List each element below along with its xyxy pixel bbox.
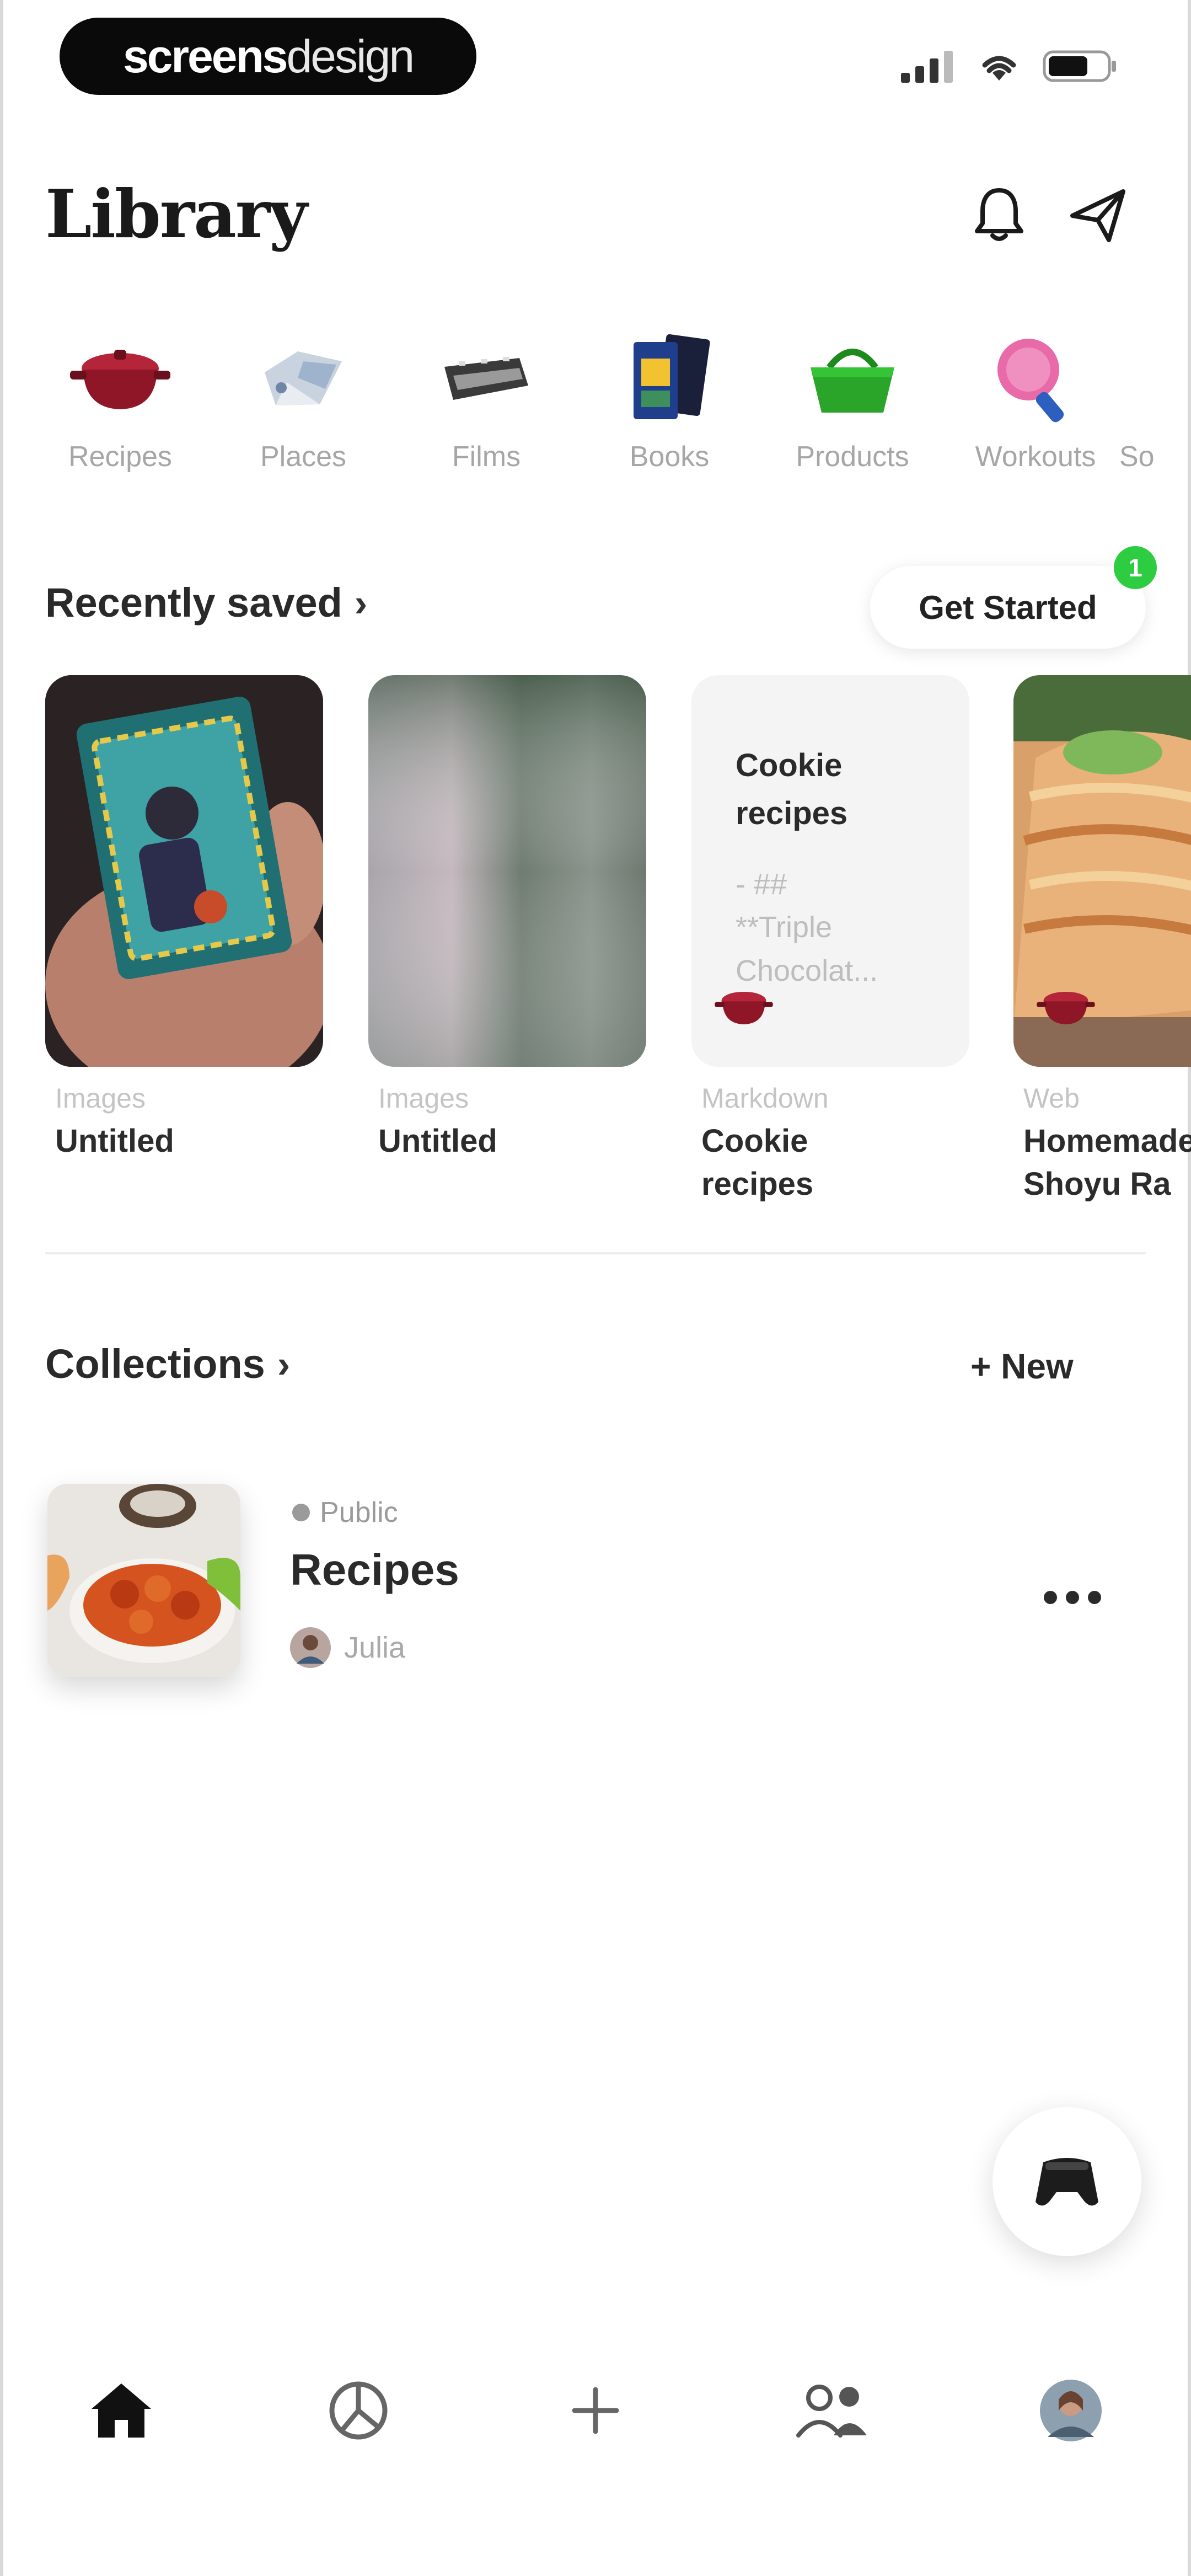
basket-icon	[811, 349, 894, 413]
card-photo	[368, 675, 646, 1067]
tab-add[interactable]	[551, 2355, 640, 2466]
pot-icon	[70, 350, 170, 409]
globe-icon	[292, 1504, 310, 1521]
category-strip: Recipes Places Films Books Products Work…	[0, 331, 1191, 507]
saved-item-type: Markdown	[701, 1083, 829, 1114]
saved-card-image[interactable]	[368, 675, 646, 1067]
section-title: Recently saved	[45, 580, 342, 626]
saved-item-title[interactable]: Untitled	[378, 1120, 665, 1163]
category-label: Recipes	[68, 441, 172, 473]
collection-visibility: Public	[290, 1496, 398, 1529]
share-button[interactable]	[1065, 182, 1131, 248]
page-title: Library	[45, 175, 308, 253]
signal-icon	[901, 51, 953, 83]
home-icon	[92, 2383, 151, 2438]
category-label: Products	[796, 441, 909, 473]
category-workouts[interactable]: Workouts	[953, 331, 1118, 473]
category-products[interactable]: Products	[770, 331, 935, 473]
saved-item-meta: Web Homemade Shoyu Ra	[1023, 1082, 1191, 1206]
saved-item-meta: Images Untitled	[55, 1082, 342, 1163]
saved-card-note[interactable]: Cookie recipes - ## **Triple Chocolat...	[691, 675, 969, 1067]
racket-icon	[997, 339, 1064, 423]
category-places[interactable]: Places	[221, 331, 386, 473]
screensdesign-logo: screensdesign	[60, 18, 476, 95]
category-label: Places	[260, 441, 347, 473]
note-preview-body: - ## **Triple Chocolat...	[736, 863, 878, 992]
people-icon	[796, 2385, 867, 2438]
wifi-icon	[982, 56, 1016, 81]
category-label: Workouts	[975, 441, 1096, 473]
paper-plane-icon	[1070, 189, 1125, 242]
category-recipes[interactable]: Recipes	[37, 331, 203, 473]
collection-name[interactable]: Recipes	[290, 1544, 459, 1595]
category-more[interactable]: So	[1119, 331, 1191, 473]
recently-saved-header[interactable]: Recently saved ›	[45, 579, 367, 626]
books-icon	[634, 334, 710, 419]
saved-card-image[interactable]	[45, 675, 323, 1067]
saved-item-type: Images	[378, 1083, 469, 1114]
saved-item-title[interactable]: Cookie recipes	[701, 1120, 867, 1206]
map-icon	[265, 351, 342, 405]
saved-item-title[interactable]: Untitled	[55, 1120, 342, 1163]
compass-icon	[329, 2381, 388, 2440]
category-label: So	[1119, 441, 1155, 473]
saved-item-meta: Images Untitled	[378, 1082, 665, 1163]
saved-card-web[interactable]	[1013, 675, 1191, 1067]
avatar-icon	[1040, 2380, 1102, 2441]
owner-name: Julia	[344, 1631, 406, 1664]
visibility-label: Public	[320, 1497, 398, 1529]
saved-item-meta: Markdown Cookie recipes	[701, 1082, 867, 1206]
chevron-right-icon: ›	[354, 581, 368, 624]
note-preview-line: - ##	[736, 868, 787, 901]
section-divider	[45, 1252, 1146, 1254]
gamepad-icon	[1036, 2158, 1098, 2206]
gamepad-fab-button[interactable]	[993, 2107, 1141, 2256]
note-preview-line: **Triple	[736, 911, 833, 944]
category-books[interactable]: Books	[587, 331, 752, 473]
card-photo	[45, 675, 323, 1067]
tab-explore[interactable]	[314, 2355, 403, 2466]
notification-badge: 1	[1114, 546, 1157, 589]
plus-icon	[572, 2387, 619, 2434]
chevron-right-icon: ›	[277, 1342, 291, 1386]
saved-item-title[interactable]: Homemade Shoyu Ra	[1023, 1120, 1191, 1206]
collections-header[interactable]: Collections ›	[45, 1340, 290, 1387]
pot-icon	[715, 991, 773, 1024]
avatar	[290, 1627, 331, 1668]
brand-bold: screens	[122, 30, 288, 82]
collection-owner: Julia	[290, 1627, 405, 1668]
bell-icon	[975, 188, 1023, 241]
new-collection-button[interactable]: + New	[970, 1346, 1074, 1387]
tab-home[interactable]	[77, 2355, 165, 2466]
notifications-button[interactable]	[966, 182, 1032, 248]
collection-thumbnail[interactable]	[47, 1484, 240, 1677]
saved-item-type: Web	[1023, 1083, 1080, 1114]
bottom-tab-bar	[0, 2355, 1191, 2477]
battery-icon	[1043, 50, 1116, 82]
tab-profile[interactable]	[1027, 2355, 1115, 2466]
saved-item-type: Images	[55, 1083, 146, 1114]
tab-friends[interactable]	[788, 2355, 877, 2466]
brand-light: design	[286, 30, 415, 82]
category-label: Films	[452, 441, 521, 473]
pot-icon	[1037, 991, 1095, 1024]
get-started-button[interactable]: Get Started	[870, 566, 1146, 649]
section-title: Collections	[45, 1341, 265, 1387]
note-preview-title: Cookie recipes	[736, 747, 848, 831]
ellipsis-icon	[1044, 1591, 1101, 1604]
category-label: Books	[629, 441, 710, 473]
collection-photo	[47, 1484, 240, 1677]
status-icons	[901, 49, 1119, 84]
more-options-button[interactable]	[1042, 1561, 1103, 1618]
film-icon	[444, 357, 528, 400]
category-films[interactable]: Films	[404, 331, 569, 473]
